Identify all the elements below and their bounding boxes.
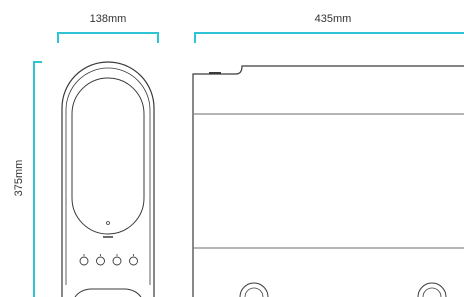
front-view-buttons (79, 254, 138, 266)
height-label: 375mm (13, 160, 25, 197)
side-view-wheel-right (417, 282, 447, 297)
depth-dimension-bracket (194, 32, 464, 43)
depth-dimension: 435mm (194, 13, 464, 43)
width-dimension: 138mm (57, 13, 159, 43)
side-view (192, 65, 464, 297)
front-view-indicator-icon (106, 221, 110, 225)
front-view-button-2 (96, 256, 105, 266)
width-dimension-bracket (57, 32, 159, 43)
front-view-button-4 (129, 256, 138, 266)
front-view-inner-body (65, 67, 151, 285)
front-view (61, 61, 155, 297)
front-view-button-3 (112, 256, 122, 266)
diagram-canvas: 138mm 435mm 375mm (13, 13, 464, 297)
height-dimension-bracket (33, 61, 42, 297)
front-view-foot (74, 288, 142, 297)
front-view-button-1 (79, 256, 89, 266)
height-dimension: 375mm (13, 61, 42, 297)
width-label: 138mm (90, 13, 127, 25)
side-view-top-handle (209, 72, 221, 74)
side-view-wheel-left-inner (244, 287, 264, 297)
front-view-panel (71, 77, 145, 235)
side-view-wheel-right-inner (422, 287, 442, 297)
side-view-outline (192, 65, 464, 297)
side-view-wheel-left (239, 282, 269, 297)
dimension-diagram: 138mm 435mm 375mm (0, 0, 464, 297)
depth-label: 435mm (315, 13, 352, 25)
